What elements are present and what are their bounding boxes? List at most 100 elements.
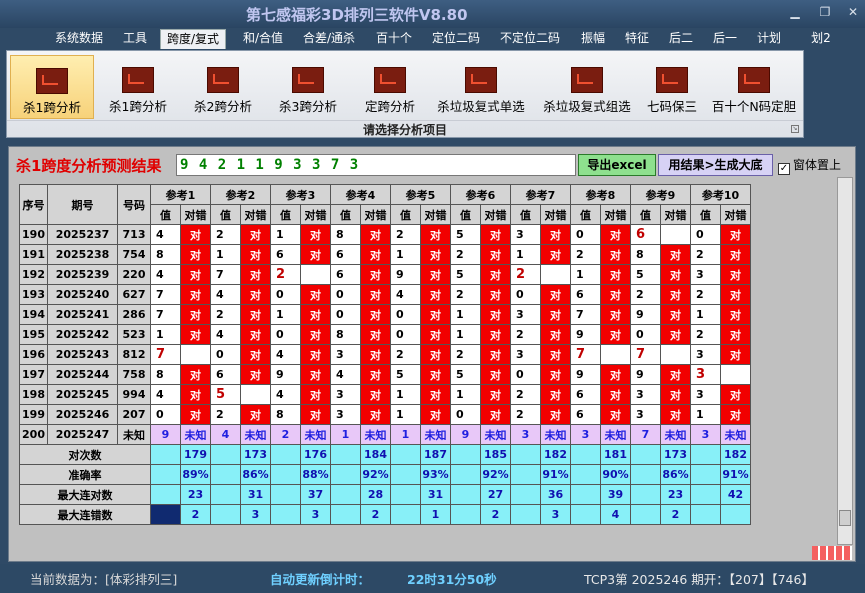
menu-tools[interactable]: 工具: [118, 29, 152, 49]
col-period-header[interactable]: 期号: [47, 184, 118, 225]
ref-header[interactable]: 参考9: [630, 184, 691, 205]
stat-value: 91%: [540, 464, 571, 485]
value-cell: 8: [150, 244, 181, 265]
menu-last-one[interactable]: 后一: [708, 29, 742, 49]
ribbon-kill3span[interactable]: 杀3跨分析: [269, 55, 347, 119]
result-cell: 对: [540, 304, 571, 325]
restore-icon[interactable]: ❐: [815, 3, 835, 21]
export-excel-button[interactable]: 导出excel: [578, 154, 656, 176]
result-field[interactable]: 9 4 2 1 1 9 3 3 7 3: [176, 154, 576, 176]
close-icon[interactable]: ✕: [843, 3, 863, 21]
value-subheader: 值: [690, 204, 721, 225]
value-cell: 6: [330, 244, 361, 265]
prediction-value-cell: 7: [630, 424, 661, 445]
menu-amplitude[interactable]: 振幅: [576, 29, 610, 49]
table-row[interactable]: 196 2025243 812 7 0 对 4 对 3 对 2 对 2 对 3 对 7 7 3 对: [19, 344, 751, 365]
unknown-cell: 未知: [420, 424, 451, 445]
ribbon-n-code[interactable]: 百十个N码定胆: [707, 55, 801, 119]
generate-base-button[interactable]: 用结果>生成大底: [658, 154, 773, 176]
ref-header[interactable]: 参考7: [510, 184, 571, 205]
stat-value: 2: [660, 504, 691, 525]
menu-plan[interactable]: 计划: [752, 29, 786, 49]
table-row[interactable]: 191 2025238 754 8 对 1 对 6 对 6 对 1 对 2 对 1 对 2 对 8 对 2 对: [19, 244, 751, 265]
result-cell: 对: [360, 304, 391, 325]
menu-last-two[interactable]: 后二: [664, 29, 698, 49]
ref-header[interactable]: 参考6: [450, 184, 511, 205]
empty-cell: [330, 504, 361, 525]
prediction-row[interactable]: 200 2025247 未知 9 未知 4 未知 2 未知 1 未知 1 未知 9 未知 3 未知 3 未知 7 未知 3…: [19, 424, 751, 445]
result-cell: 对: [480, 324, 511, 345]
window-ontop-checkbox[interactable]: ✓ 窗体置上: [778, 156, 841, 175]
table-row[interactable]: 195 2025242 523 1 对 4 对 0 对 8 对 0 对 1 对 2 对 9 对 0 对 2 对: [19, 324, 751, 345]
period-cell: 2025246: [47, 404, 118, 425]
stat-value: 89%: [180, 464, 211, 485]
vertical-scrollbar[interactable]: [837, 177, 853, 545]
value-cell: 1: [690, 304, 721, 325]
minimize-icon[interactable]: ▁: [785, 3, 805, 21]
unknown-cell: 未知: [360, 424, 391, 445]
result-subheader: 对错: [360, 204, 391, 225]
ref-header[interactable]: 参考10: [690, 184, 751, 205]
seq-cell: 192: [19, 264, 48, 285]
dialog-launcher-icon[interactable]: ↘: [791, 125, 799, 133]
menu-sum[interactable]: 和/合值: [236, 29, 290, 49]
menu-plan2[interactable]: 划2: [806, 29, 836, 49]
ref-header[interactable]: 参考8: [570, 184, 631, 205]
checkbox-icon[interactable]: ✓: [778, 163, 790, 175]
menu-span-compound[interactable]: 跨度/复式: [160, 29, 226, 49]
stat-value: 92%: [480, 464, 511, 485]
ref-header[interactable]: 参考2: [210, 184, 271, 205]
ribbon-seven-code[interactable]: 七码保三: [641, 55, 703, 119]
countdown-label: 自动更新倒计时：: [270, 572, 371, 587]
ribbon-kill1span-active[interactable]: 杀1跨分析: [10, 55, 94, 119]
ribbon-kill1span[interactable]: 杀1跨分析: [99, 55, 177, 119]
value-cell: 7: [570, 304, 601, 325]
table-row[interactable]: 193 2025240 627 7 对 4 对 0 对 0 对 4 对 2 对 0 对 6 对 2 对 2 对: [19, 284, 751, 305]
value-subheader: 值: [330, 204, 361, 225]
menu-hundreds[interactable]: 百十个: [372, 29, 416, 49]
ref-header[interactable]: 参考5: [390, 184, 451, 205]
chart-icon: [207, 67, 239, 93]
table-row[interactable]: 194 2025241 286 7 对 2 对 1 对 0 对 0 对 1 对 3 对 7 对 9 对 1 对: [19, 304, 751, 325]
stat-value: 1: [420, 504, 451, 525]
value-cell: 0: [210, 344, 241, 365]
result-cell: 对: [180, 244, 211, 265]
value-cell: 1: [270, 224, 301, 245]
empty-cell: [630, 484, 661, 505]
stat-value: 173: [660, 444, 691, 465]
value-cell: 6: [630, 224, 661, 245]
ribbon-junk-group[interactable]: 杀垃圾复式组选: [537, 55, 637, 119]
menu-diff[interactable]: 合差/通杀: [298, 29, 360, 49]
prediction-value-cell: 3: [690, 424, 721, 445]
table-row[interactable]: 199 2025246 207 0 对 2 对 8 对 3 对 1 对 0 对 2 对 6 对 3 对 1 对: [19, 404, 751, 425]
result-cell: 对: [180, 324, 211, 345]
menu-unfixed-two[interactable]: 不定位二码: [496, 29, 564, 49]
value-cell: 2: [570, 244, 601, 265]
table-row[interactable]: 192 2025239 220 4 对 7 对 2 6 对 9 对 5 对 2 1 对 5 对 3 对: [19, 264, 751, 285]
result-cell: [660, 344, 691, 365]
menu-fixed-two[interactable]: 定位二码: [428, 29, 484, 49]
ribbon-kill2span[interactable]: 杀2跨分析: [184, 55, 262, 119]
menu-system-data[interactable]: 系统数据: [50, 29, 108, 49]
ribbon-junk-single[interactable]: 杀垃圾复式单选: [431, 55, 531, 119]
result-subheader: 对错: [480, 204, 511, 225]
ref-header[interactable]: 参考4: [330, 184, 391, 205]
value-cell: 0: [330, 284, 361, 305]
ref-header[interactable]: 参考1: [150, 184, 211, 205]
empty-cell: [570, 484, 601, 505]
result-cell: 对: [360, 404, 391, 425]
unknown-cell: 未知: [720, 424, 751, 445]
table-row[interactable]: 198 2025245 994 4 对 5 4 对 3 对 1 对 1 对 2 对 6 对 3 对 3 对: [19, 384, 751, 405]
ribbon-fixed-span[interactable]: 定跨分析: [353, 55, 427, 119]
empty-cell: [210, 504, 241, 525]
period-cell: 2025238: [47, 244, 118, 265]
table-row[interactable]: 190 2025237 713 4 对 2 对 1 对 8 对 2 对 5 对 3 对 0 对 6 0 对: [19, 224, 751, 245]
col-code-header[interactable]: 号码: [117, 184, 151, 225]
ref-header[interactable]: 参考3: [270, 184, 331, 205]
stat-value: 86%: [660, 464, 691, 485]
table-row[interactable]: 197 2025244 758 8 对 6 对 9 对 4 对 5 对 5 对 0 对 9 对 9 对 3: [19, 364, 751, 385]
scroll-thumb[interactable]: [839, 510, 851, 526]
empty-cell: [690, 464, 721, 485]
menu-feature[interactable]: 特征: [620, 29, 654, 49]
col-seq-header[interactable]: 序号: [19, 184, 48, 225]
